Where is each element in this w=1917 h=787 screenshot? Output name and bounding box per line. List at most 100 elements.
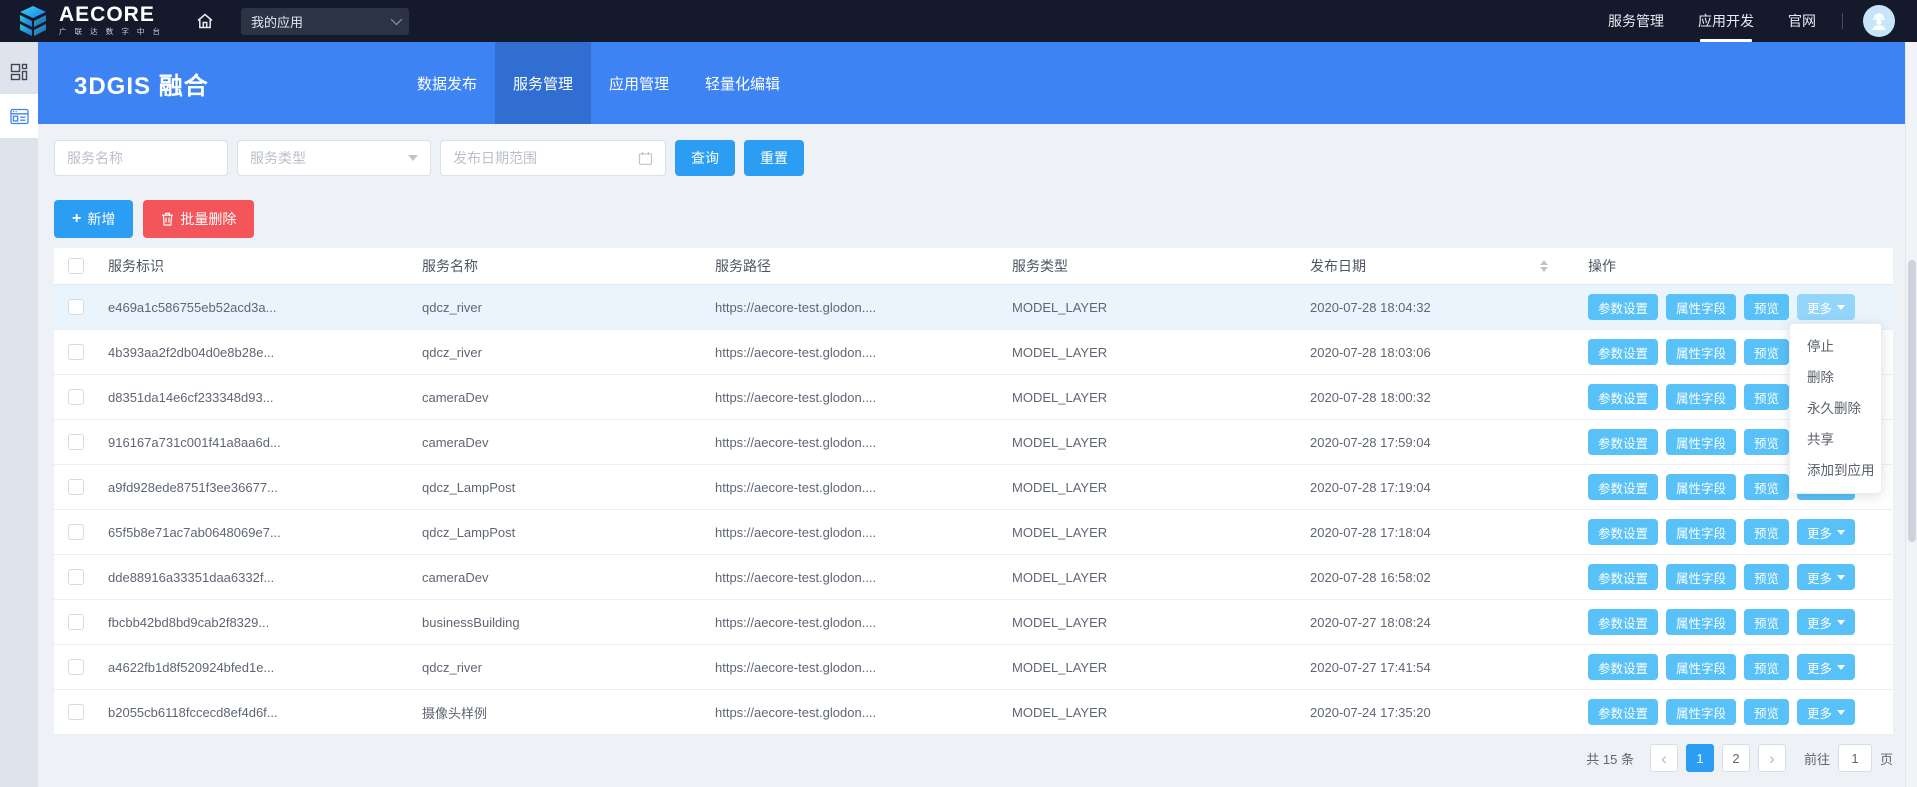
home-icon[interactable] (195, 11, 215, 31)
column-header-publish-date: 发布日期 (1310, 256, 1576, 276)
row-checkbox[interactable] (68, 569, 84, 585)
prev-page-button[interactable]: ‹ (1650, 744, 1678, 772)
row-checkbox[interactable] (68, 299, 84, 315)
preview-button[interactable]: 预览 (1744, 699, 1789, 725)
menu-item-add-to-app[interactable]: 添加到应用 (1790, 455, 1881, 486)
tab-service-management[interactable]: 服务管理 (495, 42, 591, 124)
attribute-fields-button[interactable]: 属性字段 (1666, 654, 1736, 680)
attribute-fields-button[interactable]: 属性字段 (1666, 429, 1736, 455)
row-checkbox[interactable] (68, 659, 84, 675)
topnav-official-site[interactable]: 官网 (1788, 0, 1816, 42)
topnav-service-management[interactable]: 服务管理 (1608, 0, 1664, 42)
more-button[interactable]: 更多 (1797, 294, 1855, 320)
menu-item-stop[interactable]: 停止 (1790, 331, 1881, 362)
attribute-fields-button[interactable]: 属性字段 (1666, 474, 1736, 500)
more-button[interactable]: 更多 (1797, 609, 1855, 635)
cell-service-name: qdcz_river (422, 345, 715, 360)
pagination: 共 15 条 ‹ 1 2 › 前往 页 (54, 744, 1893, 772)
reset-button[interactable]: 重置 (744, 140, 804, 176)
menu-item-delete[interactable]: 删除 (1790, 362, 1881, 393)
attribute-fields-button[interactable]: 属性字段 (1666, 339, 1736, 365)
topnav-app-development[interactable]: 应用开发 (1698, 0, 1754, 42)
cell-service-path: https://aecore-test.glodon.... (715, 660, 1012, 675)
row-checkbox[interactable] (68, 344, 84, 360)
param-settings-button[interactable]: 参数设置 (1588, 429, 1658, 455)
sort-icon[interactable] (1540, 260, 1548, 272)
row-checkbox[interactable] (68, 434, 84, 450)
param-settings-button[interactable]: 参数设置 (1588, 699, 1658, 725)
param-settings-button[interactable]: 参数设置 (1588, 564, 1658, 590)
column-header-service-name: 服务名称 (422, 256, 715, 276)
menu-item-share[interactable]: 共享 (1790, 424, 1881, 455)
brand-logo[interactable]: AECORE 广 联 达 数 字 中 台 (16, 5, 163, 37)
param-settings-button[interactable]: 参数设置 (1588, 519, 1658, 545)
cell-service-id: 916167a731c001f41a8aa6d... (108, 435, 422, 450)
service-name-input-wrapper (54, 140, 228, 176)
vertical-scrollbar[interactable] (1905, 42, 1917, 787)
preview-button[interactable]: 预览 (1744, 384, 1789, 410)
service-name-input[interactable] (67, 150, 215, 166)
row-checkbox[interactable] (68, 479, 84, 495)
next-page-button[interactable]: › (1758, 744, 1786, 772)
param-settings-button[interactable]: 参数设置 (1588, 384, 1658, 410)
search-button[interactable]: 查询 (675, 140, 735, 176)
preview-button[interactable]: 预览 (1744, 474, 1789, 500)
service-type-select[interactable]: 服务类型 (237, 140, 431, 176)
workspace-select[interactable]: 我的应用 (241, 8, 409, 35)
scrollbar-thumb[interactable] (1908, 260, 1916, 542)
attribute-fields-button[interactable]: 属性字段 (1666, 294, 1736, 320)
cell-service-type: MODEL_LAYER (1012, 435, 1310, 450)
cell-publish-date: 2020-07-27 17:41:54 (1310, 660, 1576, 675)
cell-publish-date: 2020-07-24 17:35:20 (1310, 705, 1576, 720)
total-count-label: 共 15 条 (1586, 749, 1634, 768)
attribute-fields-button[interactable]: 属性字段 (1666, 564, 1736, 590)
preview-button[interactable]: 预览 (1744, 429, 1789, 455)
preview-button[interactable]: 预览 (1744, 564, 1789, 590)
row-checkbox[interactable] (68, 524, 84, 540)
cell-service-name: cameraDev (422, 570, 715, 585)
table-body: e469a1c586755eb52acd3a... qdcz_river htt… (54, 285, 1893, 735)
attribute-fields-button[interactable]: 属性字段 (1666, 699, 1736, 725)
row-checkbox[interactable] (68, 389, 84, 405)
toolbar-row: + 新增 批量删除 (54, 200, 1893, 238)
preview-button[interactable]: 预览 (1744, 654, 1789, 680)
attribute-fields-button[interactable]: 属性字段 (1666, 609, 1736, 635)
page-button-2[interactable]: 2 (1722, 744, 1750, 772)
param-settings-button[interactable]: 参数设置 (1588, 294, 1658, 320)
param-settings-button[interactable]: 参数设置 (1588, 654, 1658, 680)
more-button[interactable]: 更多 (1797, 654, 1855, 680)
user-avatar[interactable] (1863, 5, 1895, 37)
left-sidebar (0, 42, 38, 787)
brand-name: AECORE (59, 5, 163, 25)
cell-publish-date: 2020-07-28 16:58:02 (1310, 570, 1576, 585)
more-button[interactable]: 更多 (1797, 699, 1855, 725)
tab-lightweight-edit[interactable]: 轻量化编辑 (687, 42, 798, 124)
goto-page-input[interactable] (1838, 744, 1872, 772)
select-all-checkbox[interactable] (68, 258, 84, 274)
attribute-fields-button[interactable]: 属性字段 (1666, 519, 1736, 545)
param-settings-button[interactable]: 参数设置 (1588, 339, 1658, 365)
preview-button[interactable]: 预览 (1744, 519, 1789, 545)
publish-date-range-picker[interactable]: 发布日期范围 (440, 140, 666, 176)
more-button[interactable]: 更多 (1797, 564, 1855, 590)
attribute-fields-button[interactable]: 属性字段 (1666, 384, 1736, 410)
column-header-actions: 操作 (1576, 256, 1893, 276)
sidebar-item-dashboard[interactable] (0, 50, 38, 94)
cell-service-id: b2055cb6118fccecd8ef4d6f... (108, 705, 422, 720)
tab-app-management[interactable]: 应用管理 (591, 42, 687, 124)
batch-delete-button[interactable]: 批量删除 (143, 200, 254, 238)
sidebar-item-applications[interactable] (0, 94, 38, 138)
tab-data-publish[interactable]: 数据发布 (399, 42, 495, 124)
caret-down-icon (1837, 305, 1845, 310)
param-settings-button[interactable]: 参数设置 (1588, 609, 1658, 635)
more-button[interactable]: 更多 (1797, 519, 1855, 545)
row-checkbox[interactable] (68, 614, 84, 630)
menu-item-permanent-delete[interactable]: 永久删除 (1790, 393, 1881, 424)
preview-button[interactable]: 预览 (1744, 294, 1789, 320)
param-settings-button[interactable]: 参数设置 (1588, 474, 1658, 500)
preview-button[interactable]: 预览 (1744, 339, 1789, 365)
preview-button[interactable]: 预览 (1744, 609, 1789, 635)
row-checkbox[interactable] (68, 704, 84, 720)
add-button[interactable]: + 新增 (54, 200, 133, 238)
page-button-1[interactable]: 1 (1686, 744, 1714, 772)
